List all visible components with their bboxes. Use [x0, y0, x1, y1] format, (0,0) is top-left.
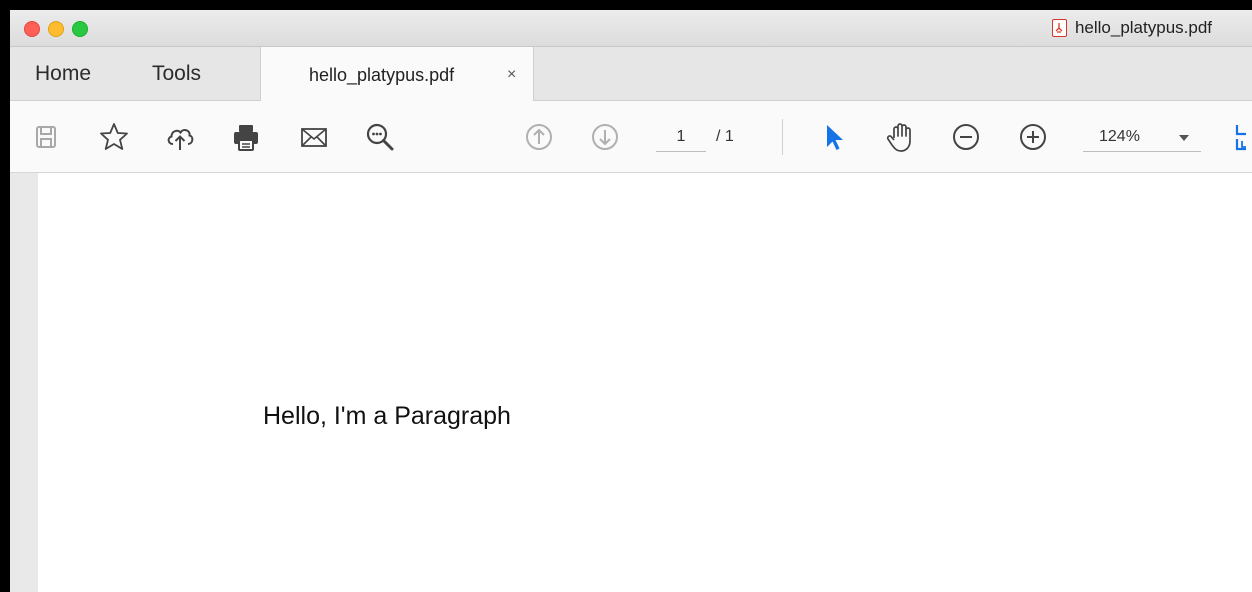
email-icon[interactable] — [296, 119, 332, 155]
window-title-text: hello_platypus.pdf — [1074, 18, 1212, 37]
title-bar[interactable]: hello_platypus.pdf — [10, 10, 1252, 47]
close-tab-icon[interactable]: × — [507, 47, 516, 103]
app-window: hello_platypus.pdf Home Tools hello_plat… — [10, 10, 1252, 592]
left-panel-gutter — [10, 173, 38, 592]
pdf-file-icon — [1051, 19, 1067, 37]
zoom-value: 124% — [1099, 128, 1140, 145]
toolbar-divider — [782, 119, 783, 155]
close-window-button[interactable] — [24, 21, 40, 37]
document-tab-label: hello_platypus.pdf — [309, 65, 455, 85]
zoom-in-icon[interactable] — [1015, 119, 1051, 155]
print-icon[interactable] — [228, 119, 264, 155]
chevron-down-icon — [1179, 135, 1189, 141]
save-icon[interactable] — [28, 119, 64, 155]
window-title: hello_platypus.pdf — [1051, 10, 1212, 46]
tab-home[interactable]: Home — [35, 47, 91, 100]
toolbar: 1 / 1 124% — [10, 101, 1252, 173]
minimize-window-button[interactable] — [48, 21, 64, 37]
tab-document[interactable]: hello_platypus.pdf × — [260, 47, 534, 101]
tab-tools[interactable]: Tools — [152, 47, 201, 100]
hand-tool-icon[interactable] — [883, 119, 919, 155]
find-icon[interactable] — [362, 119, 398, 155]
page-total: / 1 — [716, 128, 734, 145]
zoom-out-icon[interactable] — [948, 119, 984, 155]
bookmark-star-icon[interactable] — [96, 119, 132, 155]
previous-page-icon[interactable] — [521, 119, 557, 155]
document-view[interactable]: Hello, I'm a Paragraph — [10, 173, 1252, 592]
tab-bar: Home Tools hello_platypus.pdf × — [10, 47, 1252, 101]
fit-page-icon[interactable] — [1232, 119, 1252, 155]
maximize-window-button[interactable] — [72, 21, 88, 37]
next-page-icon[interactable] — [587, 119, 623, 155]
page-number-input[interactable]: 1 — [656, 123, 706, 152]
cloud-upload-icon[interactable] — [162, 119, 198, 155]
select-tool-icon[interactable] — [816, 119, 852, 155]
zoom-select[interactable]: 124% — [1083, 123, 1201, 152]
document-paragraph: Hello, I'm a Paragraph — [263, 402, 511, 430]
